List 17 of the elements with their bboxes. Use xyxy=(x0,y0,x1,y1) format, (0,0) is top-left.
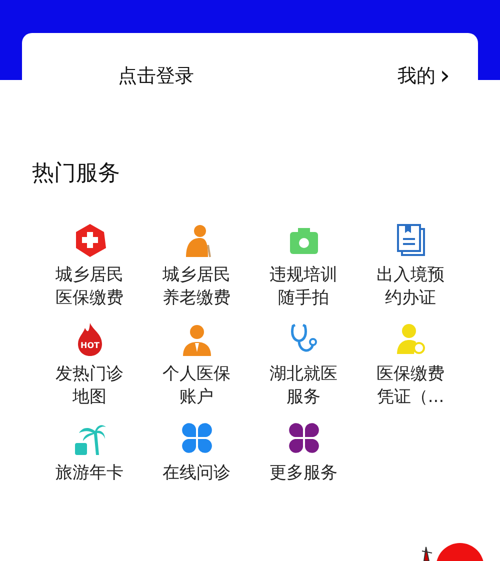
service-item[interactable]: 旅游年卡 xyxy=(54,462,126,485)
service-item[interactable]: 出入境预约办证 xyxy=(374,264,446,310)
service-item[interactable]: 城乡居民医保缴费 xyxy=(54,264,126,310)
service-item[interactable]: 城乡居民养老缴费 xyxy=(160,264,232,310)
service-item[interactable]: 更多服务 xyxy=(268,462,340,485)
service-item[interactable]: 个人医保账户 xyxy=(160,363,232,409)
mine-link[interactable]: 我的 xyxy=(398,62,436,90)
service-item[interactable]: 在线问诊 xyxy=(160,462,232,485)
section-title: 热门服务 xyxy=(32,160,121,188)
clover-icon xyxy=(180,421,214,456)
service-item[interactable]: 发热门诊地图 xyxy=(54,363,126,409)
service-item[interactable]: 违规培训随手拍 xyxy=(268,264,340,310)
service-item[interactable]: 湖北就医服务 xyxy=(268,363,340,409)
clover-icon xyxy=(286,421,320,456)
login-link[interactable]: 点击登录 xyxy=(118,62,194,90)
service-item[interactable]: 医保缴费凭证（... xyxy=(374,363,446,409)
chevron-icon: › xyxy=(440,63,450,89)
